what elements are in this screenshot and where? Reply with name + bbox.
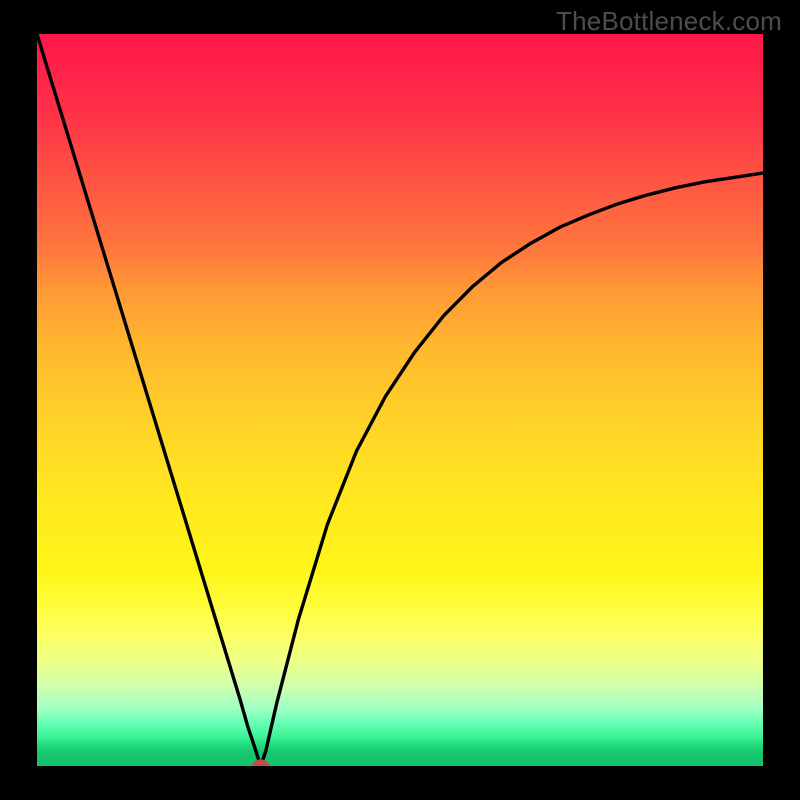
chart-frame: TheBottleneck.com [0,0,800,800]
watermark-label: TheBottleneck.com [556,6,782,37]
plot-area [37,34,763,766]
chart-svg [37,34,763,766]
bottleneck-curve-path [37,34,763,766]
min-marker [252,759,269,766]
